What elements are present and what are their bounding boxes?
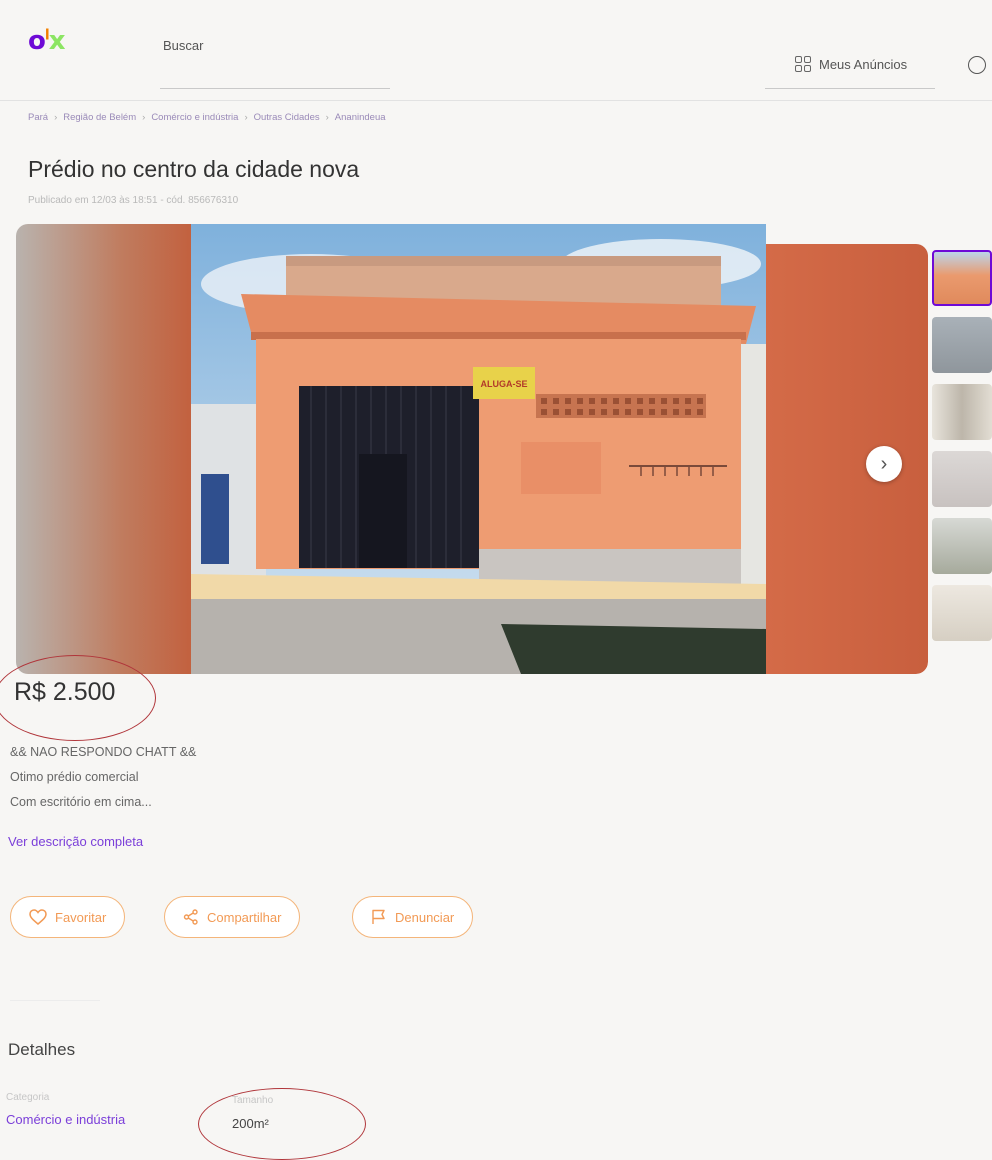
- published-info: Publicado em 12/03 às 18:51 - cód. 85667…: [28, 195, 239, 206]
- thumbnail[interactable]: [932, 384, 992, 440]
- blurred-photo-right: [763, 244, 928, 674]
- for-rent-sign: ALUGA-SE: [481, 379, 528, 389]
- category-value[interactable]: Comércio e indústria: [6, 1112, 125, 1127]
- thumbnail[interactable]: [932, 518, 992, 574]
- breadcrumb-item[interactable]: Outras Cidades: [254, 112, 320, 123]
- header-divider: [0, 100, 992, 101]
- thumbnail[interactable]: [932, 585, 992, 641]
- share-icon: [183, 909, 198, 925]
- favorite-button[interactable]: Favoritar: [10, 896, 126, 938]
- chat-icon[interactable]: [968, 56, 986, 74]
- search-input[interactable]: Buscar: [163, 38, 203, 53]
- share-button[interactable]: Compartilhar: [164, 896, 301, 938]
- search-underline: [160, 88, 390, 89]
- thumbnail-strip: [932, 250, 992, 652]
- breadcrumb-item[interactable]: Ananindeua: [335, 112, 386, 123]
- blurred-photo-left: [16, 224, 191, 674]
- description-preview: && NAO RESPONDO CHATT && Otimo prédio co…: [10, 740, 196, 815]
- olx-logo[interactable]: olx: [28, 26, 65, 56]
- size-annotation-circle: [198, 1088, 366, 1160]
- photo-gallery[interactable]: ALUGA-SE: [16, 224, 928, 674]
- page-title: Prédio no centro da cidade nova: [28, 156, 360, 182]
- description-line: Com escritório em cima...: [10, 795, 152, 809]
- my-ads-underline: [765, 88, 935, 89]
- category-label: Categoria: [6, 1092, 50, 1103]
- share-label: Compartilhar: [207, 909, 282, 925]
- breadcrumb-item[interactable]: Região de Belém: [63, 112, 136, 123]
- report-label: Denunciar: [395, 909, 455, 925]
- thumbnail[interactable]: [932, 250, 992, 306]
- report-button[interactable]: Denunciar: [352, 896, 474, 938]
- grid-icon: [795, 56, 811, 72]
- next-photo-button[interactable]: ›: [866, 446, 902, 482]
- thumbnail[interactable]: [932, 451, 992, 507]
- flag-icon: [372, 909, 385, 924]
- chevron-right-icon: ›: [880, 452, 888, 475]
- my-ads-label: Meus Anúncios: [819, 56, 908, 72]
- breadcrumb: Pará › Região de Belém › Comércio e indúst…: [28, 112, 386, 123]
- heart-icon: [29, 909, 47, 925]
- description-line: Otimo prédio comercial: [10, 770, 139, 784]
- see-full-description-link[interactable]: Ver descrição completa: [8, 834, 143, 849]
- thumbnail[interactable]: [932, 317, 992, 373]
- favorite-label: Favoritar: [55, 909, 107, 925]
- breadcrumb-item[interactable]: Comércio e indústria: [151, 112, 238, 123]
- section-divider: [10, 1000, 100, 1001]
- my-ads-link[interactable]: Meus Anúncios: [795, 56, 907, 72]
- building-photo: ALUGA-SE: [191, 224, 766, 674]
- breadcrumb-item[interactable]: Pará: [28, 112, 48, 123]
- main-photo[interactable]: ALUGA-SE: [191, 224, 766, 674]
- price-annotation-circle: [0, 655, 156, 741]
- description-line: && NAO RESPONDO CHATT &&: [10, 745, 197, 759]
- details-heading: Detalhes: [8, 1040, 76, 1059]
